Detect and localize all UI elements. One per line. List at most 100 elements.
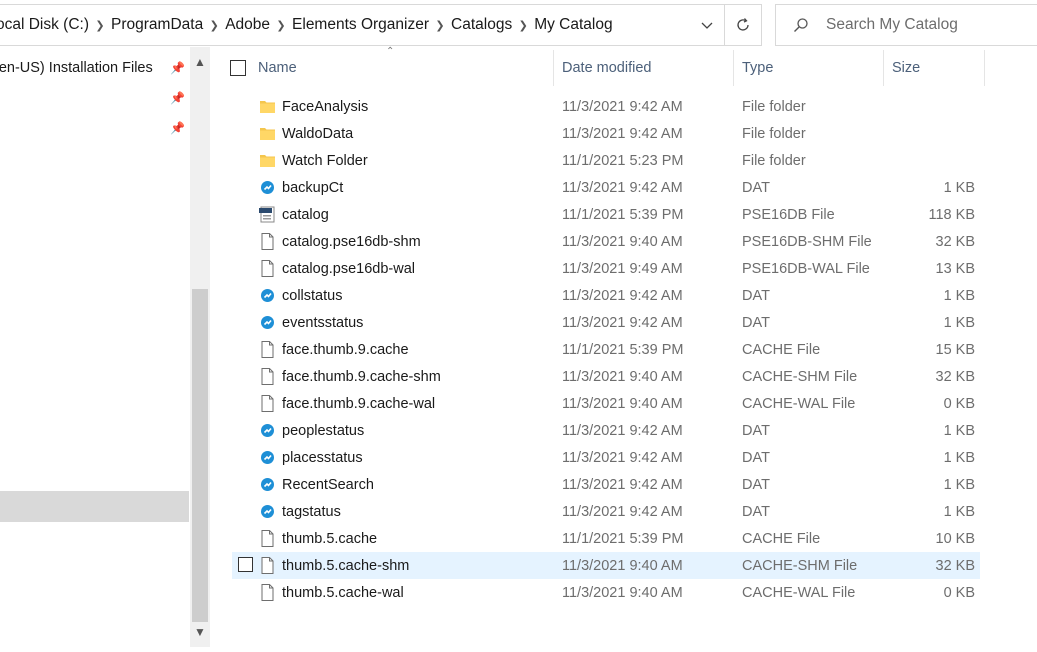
file-name[interactable]: thumb.5.cache (282, 525, 377, 552)
file-name[interactable]: WaldoData (282, 120, 353, 147)
file-row[interactable]: WaldoData 11/3/2021 9:42 AM File folder (232, 120, 980, 147)
pin-icon[interactable]: 📌 (170, 61, 185, 75)
breadcrumb-adobe[interactable]: Adobe (225, 16, 270, 34)
file-name[interactable]: thumb.5.cache-shm (282, 552, 409, 579)
file-row[interactable]: peoplestatus 11/3/2021 9:42 AM DAT 1 KB (232, 417, 980, 444)
file-row[interactable]: collstatus 11/3/2021 9:42 AM DAT 1 KB (232, 282, 980, 309)
breadcrumb-chevron-icon[interactable]: ❯ (512, 19, 534, 32)
file-row[interactable]: RecentSearch 11/3/2021 9:42 AM DAT 1 KB (232, 471, 980, 498)
file-size: 0 KB (943, 584, 975, 601)
file-name[interactable]: catalog (282, 201, 329, 228)
file-row[interactable]: face.thumb.9.cache-shm 11/3/2021 9:40 AM C… (232, 363, 980, 390)
file-size: 32 KB (935, 233, 976, 250)
nav-item-pinned[interactable]: 📌 (0, 113, 190, 143)
select-all-checkbox[interactable] (230, 60, 246, 76)
file-row[interactable]: face.thumb.9.cache 11/1/2021 5:39 PM CACHE… (232, 336, 980, 363)
file-name[interactable]: thumb.5.cache-wal (282, 579, 404, 606)
file-row[interactable]: face.thumb.9.cache-wal 11/3/2021 9:40 AM C… (232, 390, 980, 417)
file-row[interactable]: catalog.pse16db-shm 11/3/2021 9:40 AM PSE1… (232, 228, 980, 255)
file-type: File folder (742, 152, 806, 169)
file-size (882, 120, 975, 147)
breadcrumb-my-catalog[interactable]: My Catalog (534, 16, 612, 34)
breadcrumb-chevron-icon[interactable]: ❯ (203, 19, 225, 32)
file-name[interactable]: RecentSearch (282, 471, 374, 498)
chevron-down-icon (701, 22, 713, 29)
file-name[interactable]: face.thumb.9.cache-wal (282, 390, 435, 417)
file-row[interactable]: backupCt 11/3/2021 9:42 AM DAT 1 KB (232, 174, 980, 201)
file-name[interactable]: placesstatus (282, 444, 363, 471)
file-type: CACHE File (742, 530, 821, 547)
breadcrumb-elements-organizer[interactable]: Elements Organizer (292, 16, 429, 34)
column-header-date-modified[interactable]: Date modified (554, 50, 734, 86)
file-size: 1 KB (943, 476, 975, 493)
file-size: 32 KB (935, 557, 976, 574)
nav-scrollbar[interactable]: ▲ ▼ (190, 47, 210, 647)
file-row[interactable]: tagstatus 11/3/2021 9:42 AM DAT 1 KB (232, 498, 980, 525)
breadcrumb-chevron-icon[interactable]: ❯ (89, 19, 111, 32)
column-header-type[interactable]: Type (734, 50, 884, 86)
file-size: 0 KB (943, 395, 975, 412)
file-date-modified: 11/1/2021 5:39 PM (562, 530, 684, 547)
file-date-modified: 11/3/2021 9:42 AM (562, 287, 683, 304)
file-row[interactable]: catalog.pse16db-wal 11/3/2021 9:49 AM PSE1… (232, 255, 980, 282)
blank-file-icon (259, 557, 276, 574)
file-date-modified: 11/3/2021 9:42 AM (562, 503, 683, 520)
file-name[interactable]: catalog.pse16db-shm (282, 228, 421, 255)
file-name[interactable]: tagstatus (282, 498, 341, 525)
address-history-dropdown[interactable] (690, 5, 724, 45)
breadcrumb-catalogs[interactable]: Catalogs (451, 16, 512, 34)
file-name[interactable]: face.thumb.9.cache (282, 336, 409, 363)
address-bar[interactable]: ocal Disk (C:) ❯ ProgramData ❯ Adobe ❯ E… (0, 4, 725, 46)
file-row[interactable]: thumb.5.cache-wal 11/3/2021 9:40 AM CACHE-… (232, 579, 980, 606)
file-row[interactable]: thumb.5.cache 11/1/2021 5:39 PM CACHE File… (232, 525, 980, 552)
scroll-down-icon[interactable]: ▼ (190, 625, 210, 639)
file-type: PSE16DB-WAL File (742, 260, 870, 277)
file-date-modified: 11/3/2021 9:42 AM (562, 476, 683, 493)
breadcrumb-chevron-icon[interactable]: ❯ (270, 19, 292, 32)
file-name[interactable]: face.thumb.9.cache-shm (282, 363, 441, 390)
row-checkbox[interactable] (238, 557, 253, 572)
dat-file-icon (259, 422, 276, 439)
file-row[interactable]: thumb.5.cache-shm 11/3/2021 9:40 AM CACHE-… (232, 552, 980, 579)
file-row[interactable]: placesstatus 11/3/2021 9:42 AM DAT 1 KB (232, 444, 980, 471)
file-name[interactable]: FaceAnalysis (282, 93, 368, 120)
dat-file-icon (259, 476, 276, 493)
file-row[interactable]: catalog 11/1/2021 5:39 PM PSE16DB File 118 … (232, 201, 980, 228)
column-header-size[interactable]: Size (884, 50, 985, 86)
file-date-modified: 11/1/2021 5:39 PM (562, 341, 684, 358)
breadcrumb-local-disk[interactable]: ocal Disk (C:) (0, 16, 89, 34)
folder-icon (259, 152, 276, 169)
refresh-button[interactable] (725, 4, 762, 46)
scrollbar-thumb[interactable] (192, 289, 208, 622)
nav-item-installation-files[interactable]: (en-US) Installation Files 📌 (0, 53, 190, 83)
file-type: DAT (742, 314, 770, 331)
file-size: 1 KB (943, 422, 975, 439)
file-date-modified: 11/1/2021 5:39 PM (562, 206, 684, 223)
file-name[interactable]: eventsstatus (282, 309, 363, 336)
breadcrumb-chevron-icon[interactable]: ❯ (429, 19, 451, 32)
file-date-modified: 11/3/2021 9:42 AM (562, 314, 683, 331)
column-header-name[interactable]: Name (250, 50, 554, 86)
breadcrumb-programdata[interactable]: ProgramData (111, 16, 203, 34)
file-type: CACHE-SHM File (742, 368, 858, 385)
file-type: CACHE-WAL File (742, 584, 856, 601)
search-input[interactable] (826, 16, 1026, 34)
file-name[interactable]: collstatus (282, 282, 342, 309)
navigation-pane: (en-US) Installation Files 📌 📌 📌 (0, 47, 190, 652)
nav-item-selected[interactable] (0, 491, 189, 522)
file-row[interactable]: FaceAnalysis 11/3/2021 9:42 AM File folder (232, 93, 980, 120)
blank-file-icon (259, 584, 276, 601)
file-name[interactable]: backupCt (282, 174, 343, 201)
file-row[interactable]: Watch Folder 11/1/2021 5:23 PM File folder (232, 147, 980, 174)
file-name[interactable]: peoplestatus (282, 417, 364, 444)
search-box[interactable] (775, 4, 1037, 46)
file-size (882, 93, 975, 120)
scroll-up-icon[interactable]: ▲ (190, 55, 210, 69)
blank-file-icon (259, 341, 276, 358)
file-name[interactable]: catalog.pse16db-wal (282, 255, 415, 282)
file-name[interactable]: Watch Folder (282, 147, 368, 174)
file-row[interactable]: eventsstatus 11/3/2021 9:42 AM DAT 1 KB (232, 309, 980, 336)
pin-icon[interactable]: 📌 (170, 91, 185, 105)
nav-item-pinned[interactable]: 📌 (0, 83, 190, 113)
pin-icon[interactable]: 📌 (170, 121, 185, 135)
